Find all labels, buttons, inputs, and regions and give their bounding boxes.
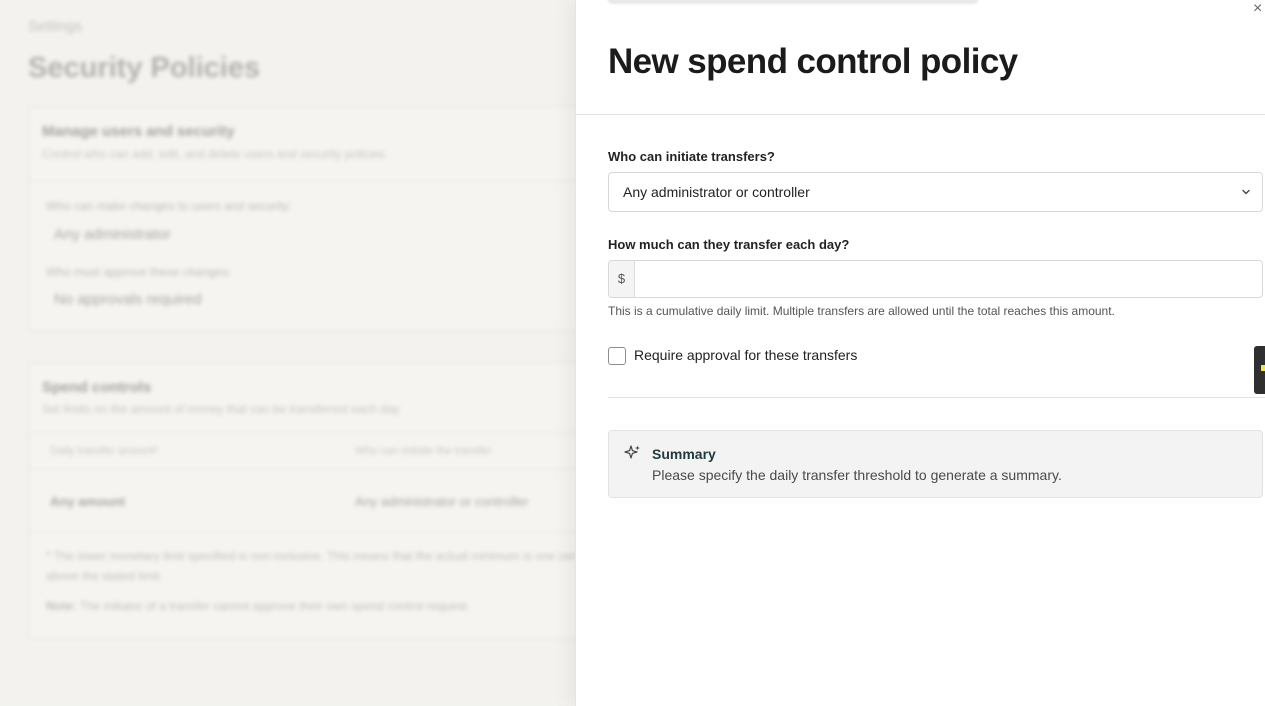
divider [576, 114, 1265, 115]
new-policy-drawer: × New spend control policy Who can initi… [575, 0, 1265, 706]
note-label: Note: [46, 599, 77, 613]
footnote: * The lower monetary limit specified is … [46, 549, 582, 583]
note: Note: The initiator of a transfer cannot… [46, 596, 606, 616]
require-approval-label[interactable]: Require approval for these transfers [634, 347, 857, 363]
table-cell: Any administrator or controller [355, 494, 529, 509]
side-feedback-tab[interactable] [1254, 346, 1265, 394]
summary-title: Summary [652, 446, 716, 462]
sparkle-icon [624, 445, 640, 459]
note-text: The initiator of a transfer cannot appro… [79, 599, 471, 613]
daily-amount-input[interactable] [636, 261, 1262, 297]
divider [29, 531, 647, 532]
amount-hint: This is a cumulative daily limit. Multip… [608, 304, 1115, 318]
column-header: Who can initiate the transfer [355, 445, 492, 457]
currency-prefix: $ [609, 261, 635, 297]
spend-controls-card: Spend controls Set limits on the amount … [28, 362, 648, 640]
drawer-title: New spend control policy [608, 42, 1018, 81]
users-security-card: Manage users and security Control who ca… [28, 106, 648, 332]
initiator-select-value: Any administrator or controller [623, 184, 810, 200]
drawer-drag-handle[interactable] [608, 0, 978, 2]
divider [29, 181, 647, 182]
change-label: Who can make changes to users and securi… [46, 199, 293, 213]
chevron-down-icon [1242, 189, 1250, 195]
divider [608, 397, 1265, 398]
side-tab-accent [1261, 365, 1265, 371]
approve-label: Who must approve these changes: [46, 265, 232, 279]
close-icon[interactable]: × [1253, 0, 1265, 18]
divider [29, 433, 647, 434]
summary-panel: Summary Please specify the daily transfe… [608, 430, 1263, 498]
summary-text: Please specify the daily transfer thresh… [652, 467, 1062, 483]
table-cell: Any amount [50, 494, 126, 509]
approve-value: No approvals required [54, 291, 202, 308]
amount-label: How much can they transfer each day? [608, 237, 850, 252]
card-subtitle: Set limits on the amount of money that c… [42, 402, 400, 416]
page-title: Security Policies [28, 52, 261, 84]
breadcrumb: Settings [28, 18, 83, 35]
initiator-label: Who can initiate transfers? [608, 149, 775, 164]
divider [29, 469, 647, 470]
initiator-select[interactable]: Any administrator or controller [608, 172, 1263, 212]
card-title: Manage users and security [42, 123, 235, 140]
column-header: Daily transfer amount* [50, 445, 159, 457]
card-subtitle: Control who can add, edit, and delete us… [42, 147, 385, 161]
card-title: Spend controls [42, 379, 152, 396]
require-approval-checkbox[interactable] [608, 347, 626, 365]
change-value: Any administrator [54, 226, 171, 243]
daily-amount-input-group: $ [608, 260, 1263, 298]
